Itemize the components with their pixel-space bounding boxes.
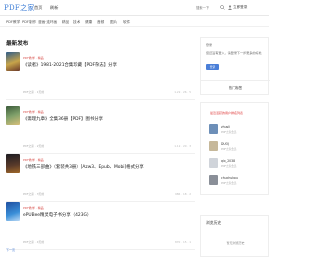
post-category[interactable]: PDF教学 · 精品 <box>23 206 44 210</box>
avatar[interactable] <box>209 158 218 168</box>
user-item[interactable]: qix_2038 PDF之家会员 <box>206 157 270 171</box>
user-name[interactable]: chuchukou <box>221 176 238 180</box>
hot-tags-heading: 热门标签 <box>228 86 243 90</box>
next-page-link[interactable]: 下一页 <box>6 248 15 252</box>
login-button[interactable]: 登录 <box>206 64 219 70</box>
post-item[interactable]: PDF教学 · 精品 《读者》1981-2021合集珍藏【PDF杂志】分享 PD… <box>6 50 195 100</box>
post-category[interactable]: PDF教学 · 精品 <box>23 158 44 162</box>
avatar[interactable] <box>209 124 218 134</box>
nav-item-6[interactable]: 音频 <box>97 20 104 25</box>
post-stats: 986 · 18 · 2 <box>174 192 191 196</box>
history-card: 浏览历史 暂无浏览历史 <box>200 215 269 257</box>
user-name[interactable]: DUOJ <box>221 142 229 146</box>
refresh-link[interactable]: 刷新 <box>50 5 58 11</box>
home-link[interactable]: 首页 <box>34 5 42 11</box>
login-link[interactable]: 立即登录 <box>233 5 247 10</box>
user-subtitle: PDF之家会员 <box>221 148 237 151</box>
post-meta: PDF之家 · 4天前 <box>23 240 45 244</box>
active-users-card: 最近活跃的用户排名列表 zhusli PDF之家会员 DUOJ PDF之家会员 … <box>200 102 269 195</box>
post-thumbnail[interactable] <box>6 52 20 71</box>
post-meta: PDF之家 · 2天前 <box>23 144 45 148</box>
user-item[interactable]: chuchukou PDF之家会员 <box>206 174 270 188</box>
post-title[interactable]: 《读者》1981-2021合集珍藏【PDF杂志】分享 <box>23 62 117 68</box>
post-category[interactable]: PDF教学 · 精品 <box>23 110 44 114</box>
post-stats: 1.2k · 26 · 5 <box>174 90 191 94</box>
search-icon[interactable] <box>220 5 225 10</box>
login-card: 登录 您还没有登入，请登录下一步更多的好处 登录 热门标签 <box>200 37 270 95</box>
post-title[interactable]: 《斋理九章》全集36册【PDF】图书分享 <box>23 116 103 122</box>
section-title: 最新发布 <box>6 41 29 47</box>
active-users-heading: 最近活跃的用户排名列表 <box>210 111 244 115</box>
nav-item-7[interactable]: 图片 <box>110 20 117 25</box>
user-item[interactable]: zhusli PDF之家会员 <box>206 123 270 137</box>
login-tip: 您还没有登入，请登录下一步更多的好处 <box>206 51 262 55</box>
user-subtitle: PDF之家会员 <box>221 131 237 134</box>
top-bar: PDF之家 首页 刷新 立即登录 <box>0 0 269 16</box>
site-logo[interactable]: PDF之家 <box>4 3 35 13</box>
post-item[interactable]: PDF教学 · 精品 《斋理九章》全集36册【PDF】图书分享 PDF之家 · … <box>6 104 195 154</box>
nav-item-1[interactable]: PDF制作 <box>22 20 36 25</box>
main-nav: PDF教学 PDF制作 漫画·连环画 精品 技术 健康 音频 图片 软件 <box>0 17 269 27</box>
post-meta: PDF之家 · 3天前 <box>23 192 45 196</box>
history-empty: 暂无浏览历史 <box>226 241 245 245</box>
user-subtitle: PDF之家会员 <box>221 165 237 168</box>
post-meta: PDF之家 · 1天前 <box>23 90 45 94</box>
avatar[interactable] <box>209 141 218 151</box>
post-thumbnail[interactable] <box>6 202 20 221</box>
search-input[interactable] <box>196 5 222 11</box>
nav-item-0[interactable]: PDF教学 <box>6 20 20 25</box>
nav-item-2[interactable]: 漫画·连环画 <box>38 20 57 25</box>
post-stats: 870 · 15 · 1 <box>174 240 191 244</box>
user-name[interactable]: zhusli <box>221 125 230 129</box>
user-item[interactable]: DUOJ PDF之家会员 <box>206 140 270 154</box>
post-thumbnail[interactable] <box>6 154 20 173</box>
post-stats: 1.1k · 20 · 3 <box>174 144 191 148</box>
nav-item-3[interactable]: 精品 <box>62 20 69 25</box>
post-item[interactable]: PDF教学 · 精品 《地铁三部曲》（套装共3册）[Azw3、Epub、Mobi… <box>6 152 195 202</box>
post-item[interactable]: PDF教学 · 精品 ePUBee精灵电子书分享（423G） PDF之家 · 4… <box>6 200 195 250</box>
history-title: 浏览历史 <box>206 220 222 225</box>
avatar[interactable] <box>209 175 218 185</box>
nav-item-5[interactable]: 健康 <box>85 20 92 25</box>
nav-item-8[interactable]: 软件 <box>123 20 130 25</box>
post-title[interactable]: ePUBee精灵电子书分享（423G） <box>23 212 91 218</box>
user-name[interactable]: qix_2038 <box>221 159 235 163</box>
login-label: 登录 <box>206 43 213 47</box>
user-icon <box>228 5 232 10</box>
post-category[interactable]: PDF教学 · 精品 <box>23 56 44 60</box>
user-subtitle: PDF之家会员 <box>221 182 237 185</box>
post-title[interactable]: 《地铁三部曲》（套装共3册）[Azw3、Epub、Mobi]格式分享 <box>23 164 144 170</box>
post-thumbnail[interactable] <box>6 106 20 125</box>
nav-item-4[interactable]: 技术 <box>73 20 80 25</box>
divider <box>201 80 270 81</box>
